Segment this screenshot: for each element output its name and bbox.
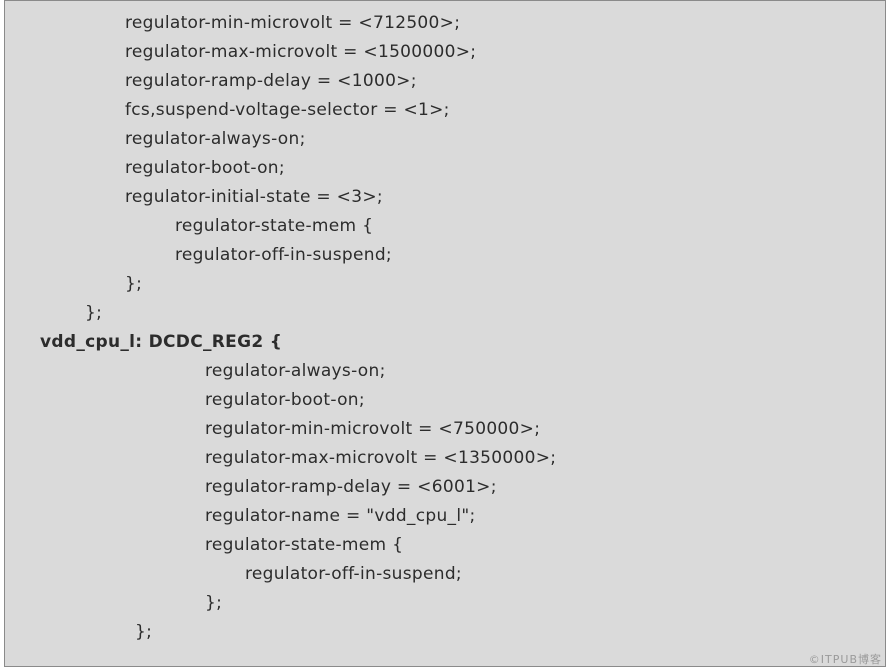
code-line: regulator-boot-on;	[5, 154, 885, 183]
code-line: regulator-initial-state = <3>;	[5, 183, 885, 212]
code-line: regulator-max-microvolt = <1500000>;	[5, 38, 885, 67]
code-line: regulator-min-microvolt = <750000>;	[5, 415, 885, 444]
code-line: regulator-boot-on;	[5, 386, 885, 415]
code-line: regulator-name = "vdd_cpu_l";	[5, 502, 885, 531]
code-line: regulator-state-mem {	[5, 212, 885, 241]
code-line: regulator-ramp-delay = <1000>;	[5, 67, 885, 96]
code-line: regulator-max-microvolt = <1350000>;	[5, 444, 885, 473]
code-line: regulator-ramp-delay = <6001>;	[5, 473, 885, 502]
code-line: regulator-off-in-suspend;	[5, 241, 885, 270]
code-line-bold: vdd_cpu_l: DCDC_REG2 {	[5, 328, 885, 357]
code-line: };	[5, 270, 885, 299]
code-line: };	[5, 618, 885, 647]
code-line: fcs,suspend-voltage-selector = <1>;	[5, 96, 885, 125]
code-line: };	[5, 589, 885, 618]
code-line: };	[5, 299, 885, 328]
code-line: regulator-min-microvolt = <712500>;	[5, 9, 885, 38]
code-line: regulator-state-mem {	[5, 531, 885, 560]
code-line: regulator-always-on;	[5, 357, 885, 386]
code-line: regulator-off-in-suspend;	[5, 560, 885, 589]
code-line: regulator-always-on;	[5, 125, 885, 154]
code-block: regulator-min-microvolt = <712500>; regu…	[4, 0, 886, 667]
